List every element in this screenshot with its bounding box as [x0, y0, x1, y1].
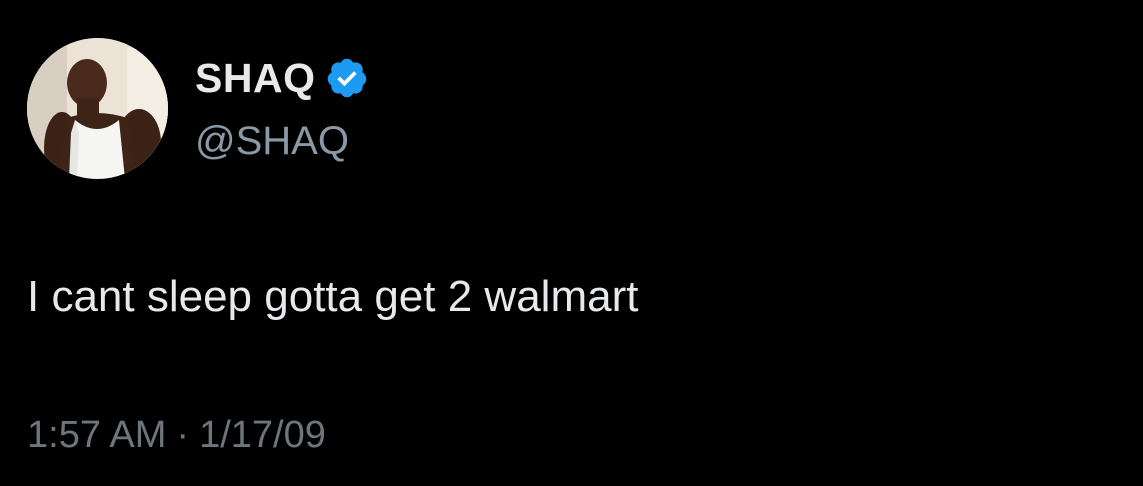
profile-photo — [27, 38, 168, 179]
tweet-metadata: 1:57 AM · 1/17/09 — [27, 410, 326, 460]
tweet-time[interactable]: 1:57 AM — [27, 410, 166, 460]
verified-badge-icon — [325, 56, 369, 100]
tweet-card: SHAQ @SHAQ I cant sleep gotta get 2 walm… — [0, 0, 1143, 486]
tweet-text: I cant sleep gotta get 2 walmart — [27, 272, 639, 321]
author-handle[interactable]: @SHAQ — [195, 116, 349, 166]
author-display-name[interactable]: SHAQ — [195, 52, 315, 104]
meta-separator: · — [176, 414, 190, 456]
avatar[interactable] — [27, 38, 168, 179]
tweet-date[interactable]: 1/17/09 — [199, 410, 326, 460]
author-name-row[interactable]: SHAQ — [195, 52, 369, 104]
